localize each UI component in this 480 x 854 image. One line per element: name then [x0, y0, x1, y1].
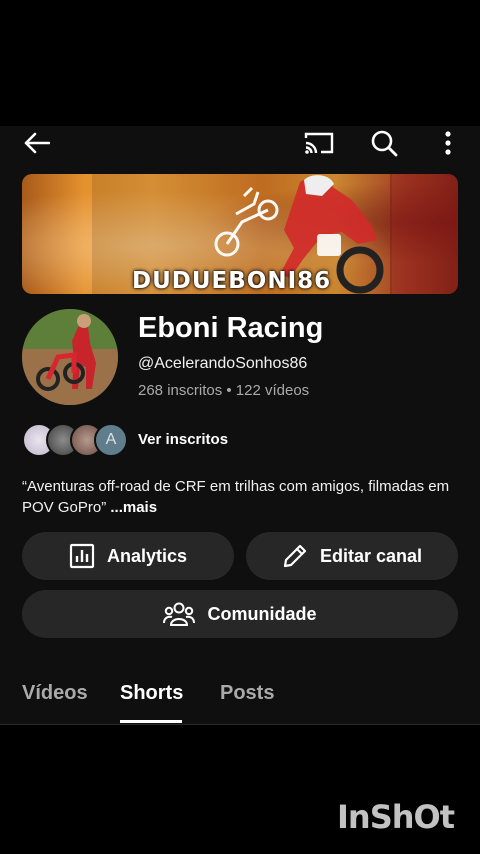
- search-icon[interactable]: [369, 128, 399, 158]
- back-arrow-icon[interactable]: [22, 128, 52, 158]
- channel-banner[interactable]: DUDUEBONI86: [22, 174, 458, 294]
- community-icon: [163, 602, 196, 626]
- top-app-bar: [0, 126, 480, 160]
- edit-channel-label: Editar canal: [319, 545, 423, 566]
- tab-videos[interactable]: Vídeos: [22, 682, 88, 705]
- community-label: Comunidade: [207, 603, 317, 624]
- channel-avatar[interactable]: [22, 309, 118, 405]
- active-tab-indicator: [120, 720, 182, 723]
- pencil-icon: [283, 544, 307, 568]
- tab-posts[interactable]: Posts: [220, 682, 274, 705]
- cast-icon[interactable]: [304, 128, 334, 158]
- description-more-link[interactable]: ...mais: [110, 499, 157, 516]
- channel-description[interactable]: “Aventuras off-road de CRF em trilhas co…: [22, 476, 462, 518]
- channel-tabs: Vídeos Shorts Posts: [0, 674, 480, 725]
- channel-screen: DUDUEBONI86 Eboni Racing @AcelerandoSonh…: [0, 126, 480, 725]
- analytics-label: Analytics: [106, 545, 188, 566]
- description-text: “Aventuras off-road de CRF em trilhas co…: [22, 478, 450, 516]
- tab-shorts[interactable]: Shorts: [120, 682, 183, 705]
- channel-title: Eboni Racing: [138, 312, 324, 344]
- avatar-photo: [22, 309, 118, 405]
- channel-handle: @AcelerandoSonhos86: [138, 355, 308, 372]
- more-vert-icon[interactable]: [433, 128, 463, 158]
- subscriber-avatar-initial: A: [94, 423, 128, 457]
- channel-stats: 268 inscritos • 122 vídeos: [138, 382, 310, 399]
- banner-text: DUDUEBONI86: [132, 268, 332, 294]
- view-subscribers-link[interactable]: Ver inscritos: [138, 431, 228, 448]
- analytics-icon: [69, 543, 95, 569]
- inshot-watermark: InShOt: [337, 798, 455, 836]
- analytics-button[interactable]: Analytics: [22, 532, 234, 580]
- subscribers-row[interactable]: A Ver inscritos: [22, 423, 322, 457]
- edit-channel-button[interactable]: Editar canal: [246, 532, 458, 580]
- community-button[interactable]: Comunidade: [22, 590, 458, 638]
